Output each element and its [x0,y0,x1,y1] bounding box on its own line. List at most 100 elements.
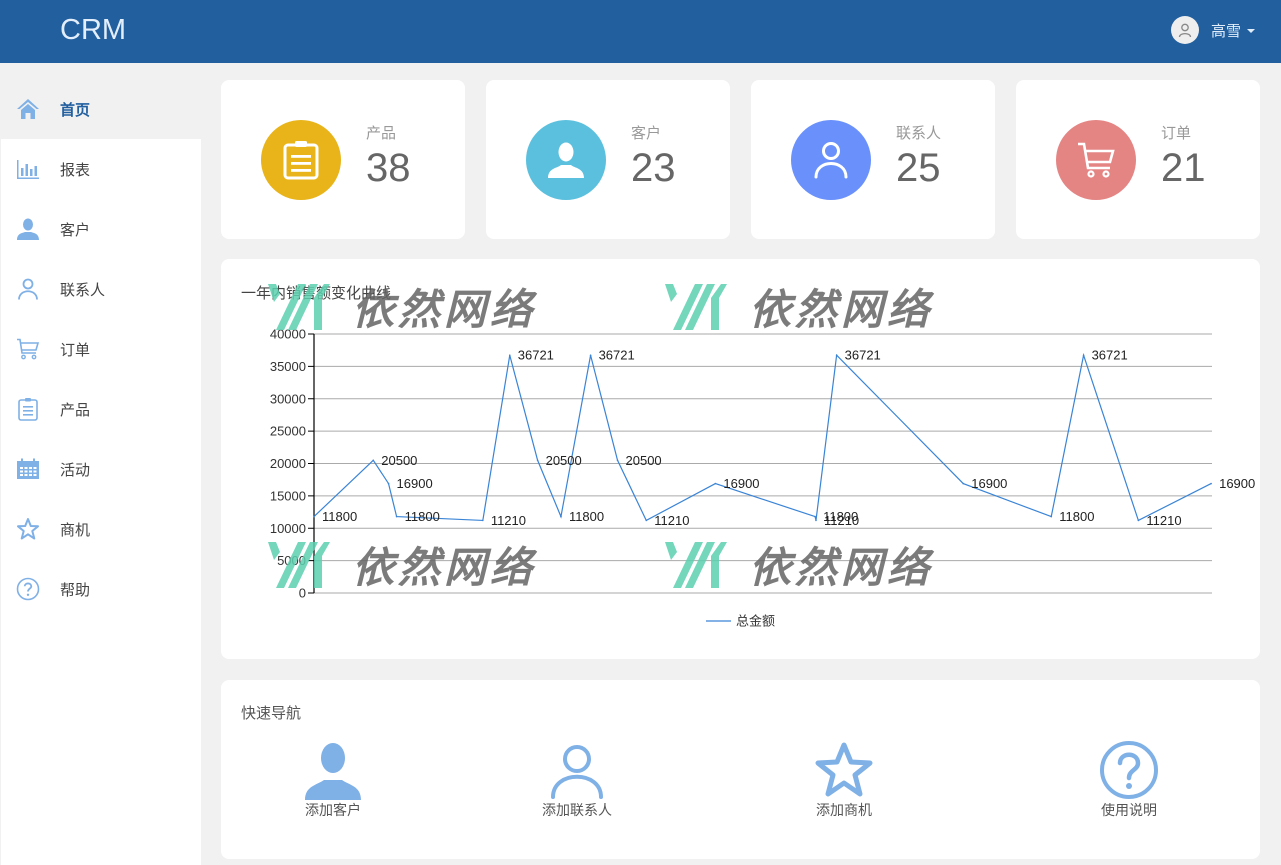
legend-label: 总金额 [736,614,775,630]
quick-add-opportunity[interactable]: 添加商机 [774,740,914,820]
data-point [1210,482,1212,485]
sidebar-item-opportunities[interactable]: 商机 [1,499,201,559]
y-tick-label: 35000 [270,359,306,374]
data-label: 16900 [971,476,1007,491]
quick-nav-label: 添加商机 [816,803,872,819]
y-tick-label: 20000 [270,456,306,471]
data-point [589,354,592,357]
data-label: 11800 [1059,509,1094,524]
data-point [313,515,315,518]
data-label: 11210 [491,513,526,528]
data-label: 11210 [1146,513,1181,528]
quick-nav-label: 使用说明 [1101,803,1157,819]
stat-card-contacts[interactable]: 联系人 25 [751,80,995,239]
y-tick-label: 10000 [270,521,306,536]
data-label: 16900 [1219,476,1255,491]
sidebar-item-help[interactable]: 帮助 [1,559,201,619]
cart-icon [1078,142,1115,178]
home-icon [15,96,41,122]
quick-nav-label: 添加联系人 [542,803,612,819]
sidebar-item-customers[interactable]: 客户 [1,199,201,259]
user-outline-icon [545,740,609,800]
clipboard-icon [15,396,41,422]
sales-line-chart: 0 5000 10000 15000 20000 25000 30000 35000 40000… [270,327,1255,630]
stat-icon-circle [791,120,871,200]
data-point [387,482,390,485]
chart-title: 一年内销售额变化曲线 [241,284,392,302]
stat-icon-circle [261,120,341,200]
top-bar: CRM 高雪 [0,0,1281,63]
data-point [814,515,816,518]
sidebar-item-orders[interactable]: 订单 [1,319,201,379]
sidebar-item-label: 帮助 [60,580,91,599]
quick-add-contact[interactable]: 添加联系人 [507,740,647,820]
data-point [616,459,619,462]
y-tick-label: 0 [299,586,306,601]
quick-nav-title: 快速导航 [241,704,302,722]
y-tick-label: 25000 [270,424,306,439]
data-point [835,354,838,357]
sidebar-item-label: 报表 [60,160,91,179]
bar-chart-icon [15,156,41,182]
stat-label: 联系人 [896,124,942,142]
data-label: 36721 [599,348,635,363]
stat-label: 客户 [631,124,662,142]
data-point [372,459,375,462]
data-label: 20500 [381,453,417,468]
data-label: 16900 [723,476,759,491]
quick-help[interactable]: 使用说明 [1059,740,1199,820]
data-point [815,519,817,522]
cart-icon [15,336,41,362]
user-menu[interactable]: 高雪 [1170,16,1255,44]
stat-label: 订单 [1161,124,1192,142]
y-tick-label: 40000 [270,327,306,342]
user-name: 高雪 [1210,21,1241,40]
avatar [1170,16,1199,44]
data-label: 11210 [654,513,689,528]
y-tick-label: 15000 [270,488,306,503]
stat-value: 21 [1161,146,1206,190]
sidebar-item-contacts[interactable]: 联系人 [1,259,201,319]
data-point [482,519,484,522]
stat-icon-circle [526,120,606,200]
stat-value: 38 [366,146,411,190]
user-solid-icon [301,740,365,800]
stat-card-customers[interactable]: 客户 23 [486,80,730,239]
data-label: 20500 [626,453,662,468]
data-label: 11800 [322,509,357,524]
quick-nav-card: 快速导航 添加客户 添加联系人 添加商机 使用说明 [221,680,1260,859]
brand-logo[interactable]: CRM [60,14,126,47]
stat-card-products[interactable]: 产品 38 [221,80,465,239]
data-point [1082,354,1085,357]
sidebar: 首页 报表 客户 联系人 订单 产品 活动 商机 帮助 [1,79,201,865]
calendar-icon [15,456,41,482]
sidebar-item-label: 订单 [60,340,91,359]
quick-add-customer[interactable]: 添加客户 [263,740,403,820]
data-point [645,519,648,522]
user-outline-icon [814,142,848,179]
sidebar-item-products[interactable]: 产品 [1,379,201,439]
sidebar-item-label: 首页 [60,100,91,119]
data-point [560,515,562,518]
data-label: 20500 [546,453,582,468]
data-point [508,354,511,357]
caret-down-icon [1247,29,1255,33]
data-label: 16900 [397,476,433,491]
sidebar-item-home[interactable]: 首页 [1,79,201,139]
data-label: 11800 [569,509,604,524]
stat-icon-circle [1056,120,1136,200]
data-label: 36721 [1092,348,1128,363]
sidebar-item-label: 商机 [60,520,91,539]
star-icon [15,516,41,542]
data-point [1137,519,1140,522]
stat-label: 产品 [366,124,397,142]
quick-nav-label: 添加客户 [305,803,361,819]
stat-value: 23 [631,146,676,190]
data-point [1050,515,1053,518]
sidebar-item-activities[interactable]: 活动 [1,439,201,499]
star-icon [812,740,876,800]
data-point [536,459,539,462]
sidebar-item-reports[interactable]: 报表 [1,139,201,199]
sidebar-item-label: 客户 [60,220,91,239]
stat-card-orders[interactable]: 订单 21 [1016,80,1260,239]
